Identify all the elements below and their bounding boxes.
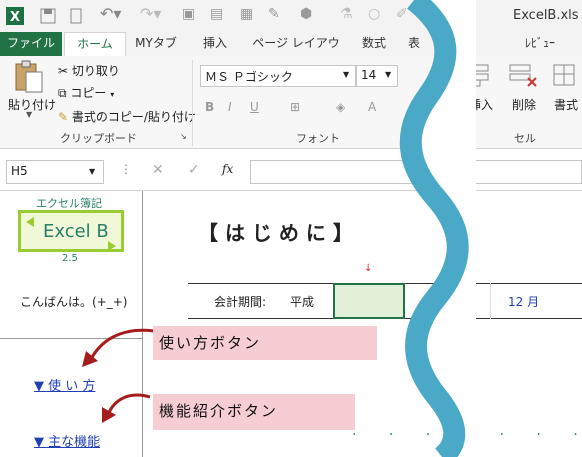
cells-group-label: セル — [514, 132, 536, 145]
logo-text: Excel B — [43, 221, 109, 242]
chevron-down-icon: ▼ — [385, 70, 392, 79]
font-color-icon[interactable]: A — [368, 100, 376, 114]
clipboard-group-label: クリップボード — [60, 132, 137, 145]
format-cells-icon[interactable] — [552, 62, 578, 88]
callout-arrow-2 — [102, 393, 151, 423]
ribbon-tabs: ファイル ホーム MYタブ 挿入 ページ レイアウト 数式 表 ﾚﾋﾞｭｰ — [0, 32, 582, 72]
file-icon[interactable] — [68, 8, 84, 24]
save-icon[interactable] — [40, 8, 56, 24]
toolbar-icon-2[interactable]: ▤ — [210, 6, 223, 22]
group-separator — [192, 60, 193, 146]
redo-icon[interactable]: ↷▾ — [140, 4, 161, 23]
toolbar-icon-6[interactable]: ⚗ — [340, 6, 353, 22]
usage-callout: 使い方ボタン — [153, 326, 377, 360]
font-group-label: フォント — [296, 132, 340, 145]
logo-caption: エクセル簿記 — [36, 197, 102, 210]
excel-icon: X — [6, 7, 24, 25]
chevron-down-icon: ▼ — [343, 70, 350, 79]
dialog-launcher-icon[interactable]: ↘ — [180, 132, 187, 141]
usage-link[interactable]: ▼ 使 い 方 — [34, 375, 95, 394]
tab-file[interactable]: ファイル — [0, 32, 62, 56]
svg-text:X: X — [10, 10, 20, 25]
undo-icon[interactable]: ↶▾ — [100, 4, 121, 23]
arrow-right-icon — [108, 241, 116, 251]
insert-function-icon[interactable]: fx — [222, 162, 233, 176]
tab-page-layout[interactable]: ページ レイアウト — [248, 32, 344, 72]
format-label[interactable]: 書式 — [554, 96, 578, 113]
tab-home[interactable]: ホーム — [64, 32, 126, 57]
tab-formulas[interactable]: 数式 — [352, 32, 396, 56]
cell-divider — [490, 283, 491, 319]
ribbon: 貼り付け ▼ ✂ 切り取り ⧉ コピー ▾ ✎ 書式のコピー/貼り付け クリップ… — [0, 56, 582, 149]
copy-label: コピー — [70, 86, 107, 100]
brush-icon: ✎ — [58, 110, 69, 124]
tab-mytab[interactable]: MYタブ — [128, 32, 184, 56]
copy-button[interactable]: ⧉ コピー ▾ — [58, 84, 114, 101]
bold-icon[interactable]: B — [205, 100, 214, 114]
cut-label: 切り取り — [71, 64, 120, 78]
font-name-value: ＭＳ Ｐゴシック — [205, 70, 293, 84]
formula-bar: H5 ▼ ⋮ ✕ ✓ fx — [0, 150, 582, 191]
page-heading: 【 は じ め に 】 — [198, 221, 353, 245]
era-label: 平成 — [290, 295, 315, 309]
delete-cells-icon[interactable] — [508, 62, 538, 88]
toolbar-icon-5[interactable]: ⬢ — [300, 6, 312, 22]
copy-icon: ⧉ — [58, 86, 67, 100]
toolbar-icon-4[interactable]: ✎ — [268, 6, 280, 22]
features-callout: 機能紹介ボタン — [153, 394, 355, 430]
font-name-select[interactable]: ＭＳ Ｐゴシック ▼ — [200, 65, 356, 87]
tab-insert[interactable]: 挿入 — [190, 32, 240, 56]
version-label: 2.5 — [62, 253, 78, 264]
delete-label[interactable]: 削除 — [512, 96, 536, 113]
month-value: 12 月 — [508, 295, 540, 309]
italic-icon[interactable]: I — [228, 100, 232, 114]
wave-separator — [399, 0, 476, 457]
paste-icon[interactable] — [14, 60, 44, 94]
cut-button[interactable]: ✂ 切り取り — [58, 62, 120, 79]
font-size-value: 14 — [361, 68, 377, 82]
title-bar: X ↶▾ ↷▾ ▣ ▤ ▦ ✎ ⬢ ⚗ ○ ✐ ExcelB.xls — [0, 0, 582, 32]
format-painter-label: 書式のコピー/貼り付け — [71, 110, 196, 124]
cancel-icon[interactable]: ✕ — [152, 162, 164, 178]
toolbar-icon-1[interactable]: ▣ — [182, 6, 195, 22]
worksheet: エクセル簿記 Excel B 2.5 こんばんは。(+_+) 【 は じ め に… — [0, 191, 582, 457]
more-icon: ⋮ — [120, 162, 132, 176]
enter-icon[interactable]: ✓ — [188, 162, 200, 178]
period-label: 会計期間: — [214, 295, 267, 309]
chevron-down-icon: ▼ — [89, 167, 96, 176]
name-box[interactable]: H5 ▼ — [6, 160, 104, 184]
scissors-icon: ✂ — [58, 64, 69, 78]
toolbar-icon-3[interactable]: ▦ — [240, 6, 253, 22]
callout-arrow-1 — [82, 328, 155, 367]
border-icon[interactable]: ⊞ — [290, 100, 300, 114]
fill-color-icon[interactable]: ◈ — [336, 100, 345, 114]
arrow-left-icon — [26, 217, 34, 227]
underline-icon[interactable]: U — [250, 100, 259, 114]
toolbar-icon-7[interactable]: ○ — [368, 6, 380, 22]
tab-review[interactable]: ﾚﾋﾞｭｰ — [510, 32, 570, 56]
window-title: ExcelB.xls — [513, 8, 579, 23]
chevron-down-icon[interactable]: ▼ — [26, 110, 32, 119]
name-box-value: H5 — [11, 164, 28, 178]
down-arrow-icon: ↓ — [364, 263, 373, 274]
format-painter-button[interactable]: ✎ 書式のコピー/貼り付け — [58, 108, 196, 125]
features-link[interactable]: ▼ 主な機能 — [34, 431, 100, 450]
greeting-text: こんばんは。(+_+) — [20, 295, 128, 309]
